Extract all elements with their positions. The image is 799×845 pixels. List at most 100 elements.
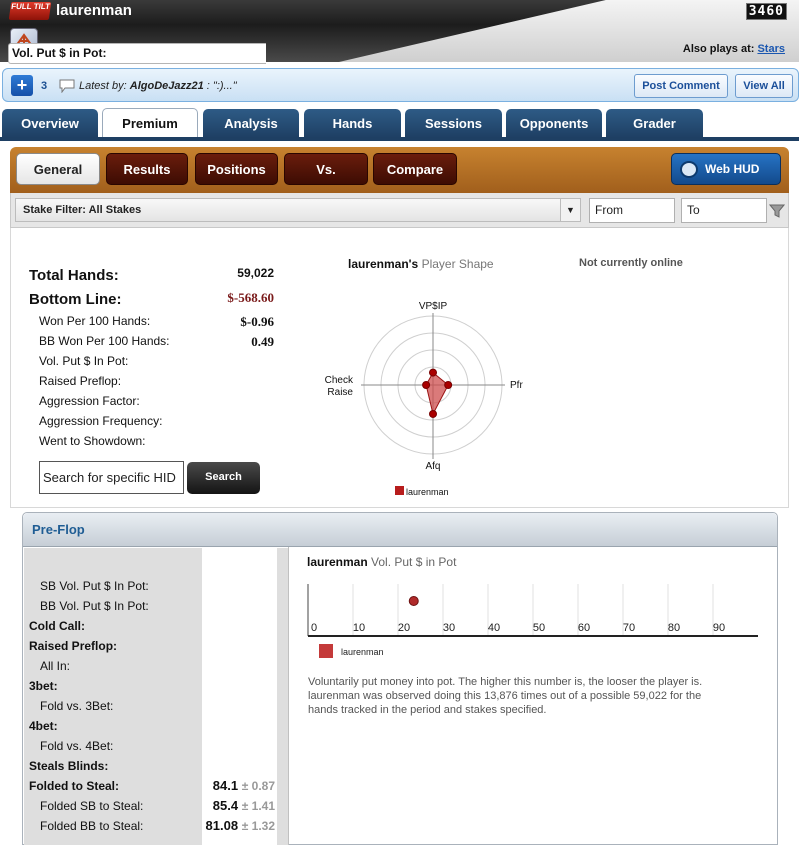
- tab-premium[interactable]: Premium: [102, 108, 198, 138]
- stat-label: Raised Preflop:: [39, 374, 122, 388]
- preflop-title: Pre-Flop: [32, 522, 85, 537]
- chart-point: [408, 596, 419, 606]
- preflop-value-error: ± 1.41: [241, 799, 275, 813]
- web-hud-button[interactable]: Web HUD: [671, 153, 781, 185]
- premium-subnav: General Results Positions Vs. Compare We…: [10, 147, 789, 193]
- stat-label: Aggression Frequency:: [39, 414, 163, 428]
- vpip-chart: 0 10 20 30 40 50 60 70 80 90 laurenman: [307, 584, 758, 658]
- axis-label-check: Check: [325, 375, 354, 386]
- hand-counter: 3460: [745, 3, 787, 20]
- chart-tick-label: 60: [578, 622, 590, 634]
- chart-tick-label: 20: [398, 622, 410, 634]
- speech-bubble-icon: [59, 79, 75, 93]
- comment-count: 3: [41, 80, 48, 92]
- chart-tick-label: 0: [311, 622, 317, 634]
- hid-search-input[interactable]: Search for specific HID: [39, 461, 184, 494]
- dropdown-arrow-icon: ▼: [560, 199, 580, 221]
- chart-legend-label: laurenman: [341, 647, 384, 657]
- stat-label: Won Per 100 Hands:: [39, 314, 151, 328]
- total-hands-value: 59,022: [237, 266, 274, 280]
- chart-tick-label: 10: [353, 622, 365, 634]
- from-date-input[interactable]: From: [589, 198, 675, 223]
- preflop-row-label[interactable]: Steals Blinds:: [29, 759, 108, 773]
- preflop-value-error: ± 0.87: [241, 779, 275, 793]
- preflop-row-value: 81.08 ± 1.32: [180, 818, 275, 833]
- radar-shape: [425, 371, 449, 416]
- radar-point: [429, 409, 437, 418]
- preflop-row-label[interactable]: Folded to Steal:: [29, 779, 119, 793]
- chart-tick-label: 80: [668, 622, 680, 634]
- radar-point: [444, 381, 453, 389]
- online-status: Not currently online: [579, 257, 683, 269]
- preflop-value-error: ± 1.32: [241, 819, 275, 833]
- subtab-results[interactable]: Results: [106, 153, 188, 185]
- chart-legend-swatch: [319, 644, 333, 658]
- tab-opponents[interactable]: Opponents: [506, 109, 602, 138]
- full-tilt-logo: FULL TILT: [8, 2, 52, 20]
- radar-point: [429, 368, 437, 377]
- also-plays-stars-link[interactable]: Stars: [757, 43, 785, 55]
- stat-label: BB Won Per 100 Hands:: [39, 334, 170, 348]
- filter-funnel-icon[interactable]: [769, 203, 785, 219]
- preflop-row-label[interactable]: Folded SB to Steal:: [40, 799, 143, 813]
- preflop-row-label[interactable]: SB Vol. Put $ In Pot:: [40, 579, 149, 593]
- latest-comment-author[interactable]: AlgoDeJazz21: [130, 80, 204, 92]
- main-tabs: Overview Premium Analysis Hands Sessions…: [0, 108, 799, 138]
- hud-icon: [680, 161, 698, 178]
- legend-label: laurenman: [406, 487, 449, 497]
- preflop-row-label[interactable]: 3bet:: [29, 679, 58, 693]
- player-name: laurenman: [56, 2, 132, 19]
- chart-tick-label: 90: [713, 622, 725, 634]
- tab-underline: [0, 137, 799, 141]
- stat-value: 0.49: [251, 334, 274, 349]
- to-date-input[interactable]: To: [681, 198, 767, 223]
- view-all-button[interactable]: View All: [735, 74, 793, 98]
- subtab-vs[interactable]: Vs.: [284, 153, 368, 185]
- tab-analysis[interactable]: Analysis: [203, 109, 299, 138]
- tab-grader[interactable]: Grader: [606, 109, 703, 138]
- preflop-header[interactable]: Pre-Flop: [23, 513, 777, 547]
- chart-tick-label: 70: [623, 622, 635, 634]
- search-button[interactable]: Search: [187, 462, 260, 494]
- preflop-row-label[interactable]: 4bet:: [29, 719, 58, 733]
- latest-comment: Latest by: AlgoDeJazz21 : ":)...": [79, 80, 237, 92]
- tab-overview[interactable]: Overview: [2, 109, 98, 138]
- preflop-value-number: 84.1: [212, 778, 239, 793]
- add-comment-button[interactable]: +: [11, 75, 33, 96]
- stat-label: Aggression Factor:: [39, 394, 140, 408]
- preflop-row-label[interactable]: Fold vs. 3Bet:: [40, 699, 113, 713]
- post-comment-button[interactable]: Post Comment: [634, 74, 728, 98]
- preflop-value-number: 85.4: [212, 798, 239, 813]
- radar-point: [422, 381, 431, 389]
- comment-bar: + 3 Latest by: AlgoDeJazz21 : ":)..." Po…: [2, 68, 799, 102]
- subtab-positions[interactable]: Positions: [195, 153, 278, 185]
- filter-bar: Stake Filter: All Stakes ▼ From To: [10, 193, 789, 228]
- chart-tick-label: 50: [533, 622, 545, 634]
- preflop-row-value: 85.4 ± 1.41: [180, 798, 275, 813]
- preflop-row-label[interactable]: BB Vol. Put $ In Pot:: [40, 599, 149, 613]
- preflop-row-label[interactable]: Raised Preflop:: [29, 639, 117, 653]
- preflop-row-label[interactable]: Cold Call:: [29, 619, 85, 633]
- also-plays: Also plays at: Stars: [682, 43, 785, 55]
- axis-label-raise: Raise: [327, 387, 353, 398]
- bottom-line-label: Bottom Line:: [29, 291, 122, 308]
- stat-label: Vol. Put $ In Pot:: [39, 354, 129, 368]
- subtab-general[interactable]: General: [16, 153, 100, 185]
- preflop-row-selected[interactable]: Vol. Put $ in Pot:: [8, 43, 266, 64]
- stat-value: $-0.96: [240, 314, 274, 329]
- preflop-row-label[interactable]: Fold vs. 4Bet:: [40, 739, 113, 753]
- tab-hands[interactable]: Hands: [304, 109, 401, 138]
- legend-swatch: [395, 486, 404, 495]
- axis-label-vpip: VP$IP: [419, 301, 448, 312]
- axis-label-pfr: Pfr: [510, 380, 523, 391]
- preflop-value-number: 81.08: [205, 818, 239, 833]
- player-shape-title: laurenman's Player Shape: [348, 257, 494, 271]
- chart-tick-label: 30: [443, 622, 455, 634]
- preflop-row-label[interactable]: Folded BB to Steal:: [40, 819, 143, 833]
- preflop-row-value: 84.1 ± 0.87: [180, 778, 275, 793]
- subtab-compare[interactable]: Compare: [373, 153, 457, 185]
- preflop-row-label[interactable]: All In:: [40, 659, 70, 673]
- player-shape-radar: VP$IP Pfr Afq Check Raise laurenman: [325, 301, 524, 497]
- stake-filter-select[interactable]: Stake Filter: All Stakes ▼: [15, 198, 581, 222]
- tab-sessions[interactable]: Sessions: [405, 109, 502, 138]
